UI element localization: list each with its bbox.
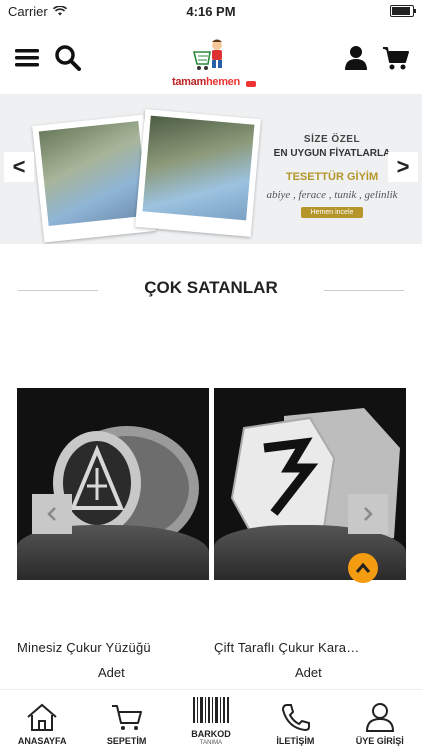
- bottom-tab-bar: ANASAYFA SEPETİM BARKOD TANIMA İLETİŞİM: [0, 689, 422, 750]
- barcode-icon: [192, 697, 229, 723]
- brand-logo[interactable]: tamamhemen: [172, 38, 258, 88]
- cart-icon: [111, 705, 142, 730]
- promo-banner[interactable]: SİZE ÖZEL EN UYGUN FİYATLARLA TESETTÜR G…: [0, 94, 422, 244]
- tab-contact[interactable]: İLETİŞİM: [253, 690, 337, 750]
- tab-home[interactable]: ANASAYFA: [0, 690, 84, 750]
- tab-login-label: ÜYE GİRİŞİ: [355, 736, 404, 746]
- chevron-left-icon: [47, 507, 56, 521]
- cart-icon[interactable]: [382, 44, 410, 72]
- tab-login[interactable]: ÜYE GİRİŞİ: [338, 690, 422, 750]
- product-qty-label-2: Adet: [295, 665, 322, 680]
- banner-photo-right: [135, 109, 261, 237]
- battery-icon: [390, 5, 416, 17]
- tab-barcode-sublabel: TANIMA: [199, 740, 223, 746]
- logo-text: tamamhemen: [172, 76, 240, 88]
- logo-badge: [246, 81, 256, 87]
- section-title-text: ÇOK SATANLAR: [134, 278, 288, 297]
- product-image-2[interactable]: [214, 388, 406, 580]
- tab-home-label: ANASAYFA: [17, 736, 67, 746]
- product-prev-button[interactable]: [32, 494, 72, 534]
- user-icon[interactable]: [342, 44, 370, 72]
- section-title: ÇOK SATANLAR: [0, 278, 422, 298]
- chevron-right-icon: [364, 507, 373, 521]
- search-icon[interactable]: [54, 44, 82, 72]
- product-name-1[interactable]: Minesiz Çukur Yüzüğü: [17, 640, 151, 655]
- tab-barcode[interactable]: BARKOD TANIMA: [169, 690, 253, 750]
- logo-mascot-icon: [192, 39, 222, 70]
- chevron-up-icon: [355, 562, 371, 573]
- tab-cart-label: SEPETİM: [106, 736, 147, 746]
- product-next-button[interactable]: [348, 494, 388, 534]
- banner-line-2: EN UYGUN FİYATLARLA: [273, 148, 391, 159]
- banner-prev-button[interactable]: <: [4, 152, 34, 182]
- tab-cart[interactable]: SEPETİM: [85, 690, 169, 750]
- product-image-1[interactable]: [17, 388, 209, 580]
- banner-cta-button[interactable]: Hemen incele: [300, 207, 364, 218]
- status-bar: Carrier 4:16 PM: [0, 0, 422, 22]
- scroll-to-top-button[interactable]: [348, 553, 378, 583]
- banner-line-1: SİZE ÖZEL: [303, 134, 361, 145]
- app-header: tamamhemen: [0, 30, 422, 90]
- tab-contact-label: İLETİŞİM: [276, 736, 315, 746]
- user-icon: [365, 703, 394, 732]
- product-qty-label-1: Adet: [98, 665, 125, 680]
- phone-icon: [282, 704, 311, 732]
- status-time: 4:16 PM: [186, 3, 236, 19]
- banner-line-3: TESETTÜR GİYİM: [285, 171, 379, 183]
- banner-line-4: abiye , ferace , tunik , gelinlik: [266, 189, 398, 201]
- product-name-2[interactable]: Çift Taraflı Çukur Kara…: [214, 640, 359, 655]
- tab-barcode-label: BARKOD: [191, 729, 231, 739]
- hamburger-icon[interactable]: [14, 44, 42, 72]
- banner-text: SİZE ÖZEL EN UYGUN FİYATLARLA TESETTÜR G…: [262, 134, 402, 219]
- banner-next-button[interactable]: >: [388, 152, 418, 182]
- home-icon: [27, 703, 57, 731]
